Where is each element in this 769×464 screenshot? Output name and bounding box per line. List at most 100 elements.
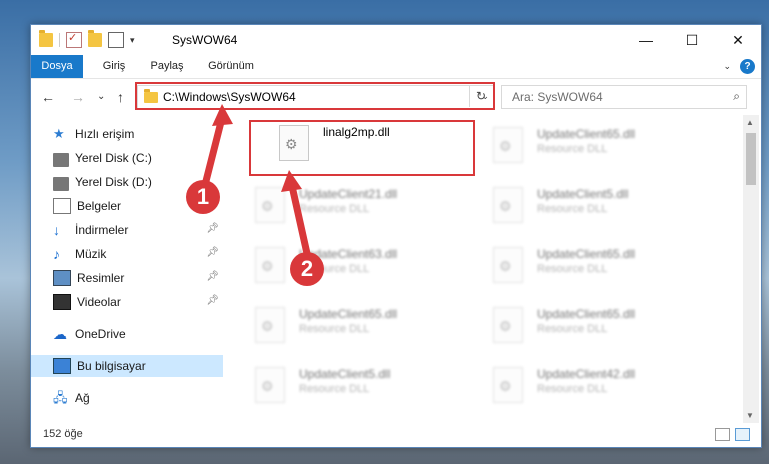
sidebar-item-label: Ağ	[75, 391, 90, 405]
dll-file-icon	[493, 247, 523, 283]
file-type: Resource DLL	[299, 203, 370, 215]
videos-icon	[53, 294, 71, 310]
sidebar-item-label: Hızlı erişim	[75, 127, 135, 141]
sidebar-item-videos[interactable]: Videolar 📌︎	[31, 291, 223, 313]
download-icon: ↓	[53, 222, 60, 238]
status-bar: 152 öğe	[31, 423, 761, 447]
dll-file-icon	[493, 187, 523, 223]
sidebar-item-quick-access[interactable]: ★ Hızlı erişim	[31, 123, 223, 145]
sidebar-item-label: Videolar	[77, 295, 121, 309]
sidebar-item-this-pc[interactable]: Bu bilgisayar	[31, 355, 223, 377]
file-name: UpdateClient65.dll	[537, 307, 636, 321]
title-bar: ▾ SysWOW64 — ☐ ✕	[31, 25, 761, 55]
dll-file-icon	[255, 247, 285, 283]
customize-dropdown-icon[interactable]: ▾	[130, 35, 135, 46]
file-name: UpdateClient65.dll	[537, 247, 636, 261]
pin-icon: 📌︎	[206, 247, 219, 258]
explorer-window: ▾ SysWOW64 — ☐ ✕ Dosya Giriş Paylaş Görü…	[30, 24, 762, 448]
sidebar-item-onedrive[interactable]: ☁ OneDrive	[31, 323, 223, 345]
sidebar-item-label: Yerel Disk (C:)	[75, 151, 152, 165]
document-icon	[53, 198, 71, 214]
file-name: UpdateClient5.dll	[537, 187, 629, 201]
folder-icon[interactable]	[39, 30, 53, 47]
file-tile[interactable]: UpdateClient42.dll Resource DLL	[465, 357, 695, 407]
maximize-button[interactable]: ☐	[669, 25, 715, 55]
file-type: Resource DLL	[537, 323, 608, 335]
dll-file-icon	[493, 307, 523, 343]
file-type: Resource DLL	[537, 383, 608, 395]
forward-button[interactable]: →	[71, 89, 85, 105]
tab-share[interactable]: Paylaş	[143, 55, 191, 78]
file-name: UpdateClient65.dll	[537, 127, 636, 141]
file-type: Resource DLL	[537, 143, 608, 155]
details-view-icon[interactable]	[715, 428, 730, 441]
file-tile[interactable]: UpdateClient63.dll Resource DLL	[227, 237, 457, 287]
tab-view[interactable]: Görünüm	[201, 55, 261, 78]
properties-check-icon[interactable]	[66, 31, 82, 48]
sidebar-item-pictures[interactable]: Resimler 📌︎	[31, 267, 223, 289]
file-tile[interactable]: UpdateClient65.dll Resource DLL	[465, 237, 695, 287]
address-highlight-box	[135, 82, 495, 110]
close-button[interactable]: ✕	[715, 25, 761, 55]
tab-home[interactable]: Giriş	[93, 55, 135, 78]
navigation-bar: ← → ⌄ ↑ C:\Windows\SysWOW64 ⌄ ↻ Ara: Sys…	[31, 79, 761, 115]
sidebar-item-network[interactable]: 🖧︎ Ağ	[31, 387, 223, 409]
window-title: SysWOW64	[172, 33, 238, 47]
pin-icon: 📌︎	[206, 223, 219, 234]
sidebar-item-label: Resimler	[77, 271, 125, 285]
sidebar-item-downloads[interactable]: ↓ İndirmeler 📌︎	[31, 219, 223, 241]
file-name: UpdateClient21.dll	[299, 187, 398, 201]
expand-ribbon-icon[interactable]: ⌄	[723, 61, 731, 72]
dll-file-icon	[255, 307, 285, 343]
drive-icon	[53, 153, 69, 167]
dll-file-icon	[255, 367, 285, 403]
dll-file-icon	[255, 187, 285, 223]
vertical-scrollbar[interactable]: ▲ ▼	[743, 115, 759, 423]
scroll-down-icon[interactable]: ▼	[746, 411, 754, 420]
help-icon[interactable]: ?	[740, 59, 755, 74]
drive-icon	[53, 177, 69, 191]
file-tile[interactable]: UpdateClient5.dll Resource DLL	[227, 357, 457, 407]
file-type: Resource DLL	[299, 383, 370, 395]
recent-locations-button[interactable]: ⌄	[97, 91, 105, 102]
file-tile[interactable]: UpdateClient21.dll Resource DLL	[227, 177, 457, 227]
sidebar-item-label: Bu bilgisayar	[77, 359, 146, 373]
sidebar-item-label: Müzik	[75, 247, 107, 261]
cloud-icon: ☁	[53, 326, 67, 342]
back-button[interactable]: ←	[41, 89, 55, 105]
large-icons-view-icon[interactable]	[735, 428, 750, 441]
sidebar-item-label: Yerel Disk (D:)	[75, 175, 152, 189]
network-icon: 🖧︎	[53, 390, 68, 405]
pictures-icon	[53, 270, 71, 286]
music-icon: ♪	[53, 246, 60, 262]
file-tile[interactable]: UpdateClient65.dll Resource DLL	[465, 297, 695, 347]
search-box[interactable]: Ara: SysWOW64 ⌕	[501, 85, 747, 109]
sidebar-item-label: OneDrive	[75, 327, 126, 341]
new-folder-icon[interactable]	[88, 30, 102, 47]
file-tile[interactable]: UpdateClient65.dll Resource DLL	[227, 297, 457, 347]
step-marker-1: 1	[186, 180, 220, 214]
star-icon: ★	[53, 126, 65, 141]
search-placeholder[interactable]: Ara: SysWOW64	[512, 90, 603, 104]
dll-file-icon	[493, 367, 523, 403]
tab-file[interactable]: Dosya	[31, 55, 83, 78]
scroll-up-icon[interactable]: ▲	[746, 118, 754, 127]
scrollbar-thumb[interactable]	[746, 133, 756, 185]
file-tile[interactable]: UpdateClient5.dll Resource DLL	[465, 177, 695, 227]
file-highlight-box	[249, 120, 475, 176]
file-type: Resource DLL	[537, 263, 608, 275]
pin-icon: 📌︎	[206, 271, 219, 282]
sidebar-item-disk-c[interactable]: Yerel Disk (C:)	[31, 147, 223, 169]
file-type: Resource DLL	[537, 203, 608, 215]
up-button[interactable]: ↑	[117, 89, 124, 105]
quick-access-toolbar: ▾	[39, 30, 135, 48]
minimize-button[interactable]: —	[623, 25, 669, 55]
file-tile[interactable]: UpdateClient65.dll Resource DLL	[465, 117, 695, 167]
ribbon-tabs: Dosya Giriş Paylaş Görünüm ⌄ ?	[31, 55, 761, 79]
file-type: Resource DLL	[299, 323, 370, 335]
sidebar-item-music[interactable]: ♪ Müzik 📌︎	[31, 243, 223, 265]
properties-icon[interactable]	[108, 32, 124, 48]
computer-icon	[53, 358, 71, 374]
search-icon[interactable]: ⌕	[733, 89, 740, 104]
file-name: UpdateClient5.dll	[299, 367, 391, 381]
